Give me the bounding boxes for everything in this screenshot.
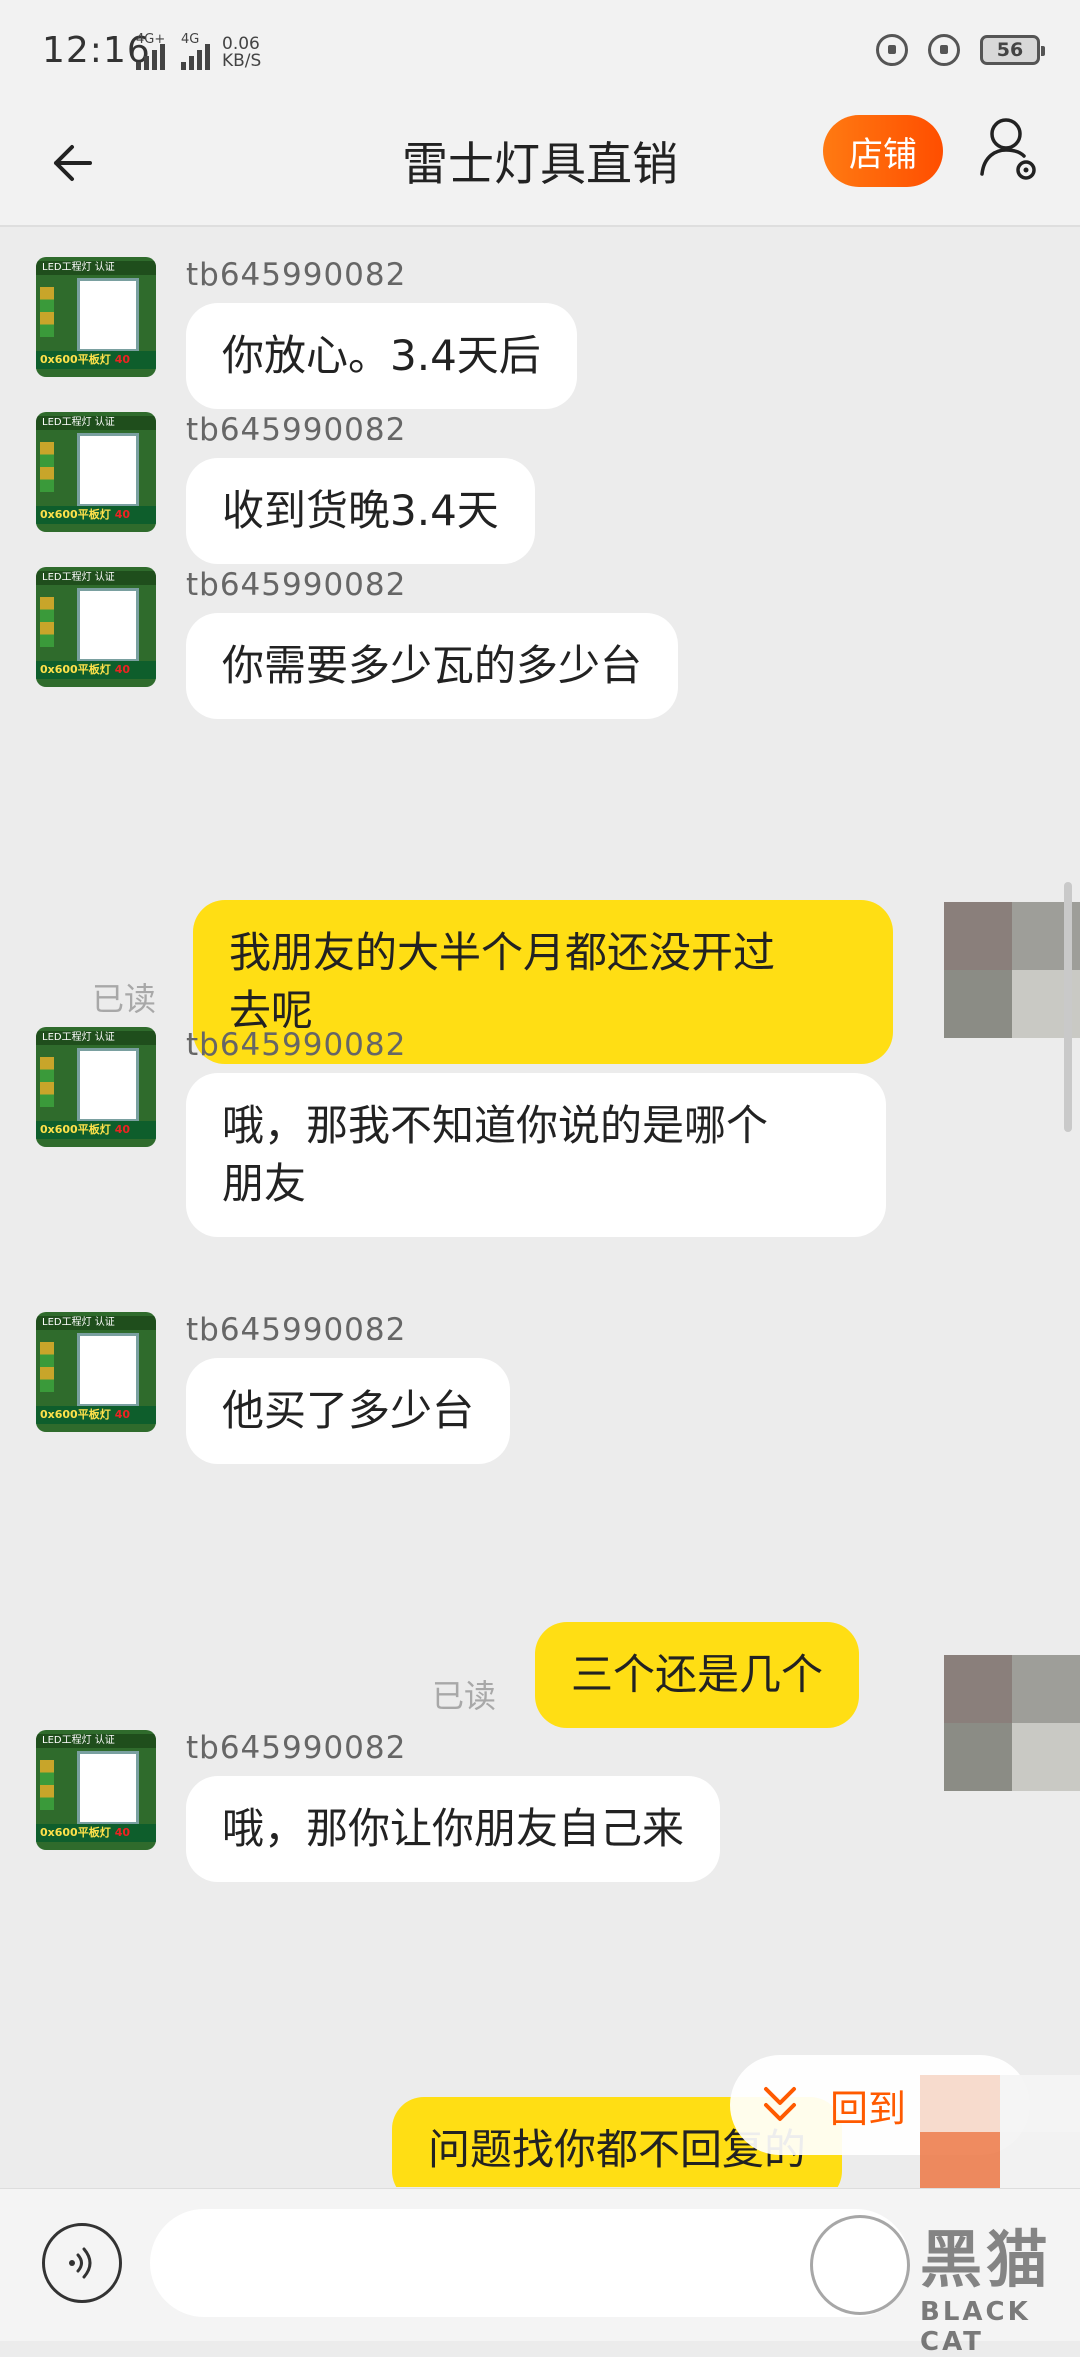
message-bubble[interactable]: 收到货晚3.4天 (186, 458, 535, 564)
sender-name: tb645990082 (186, 412, 407, 448)
user-avatar[interactable] (944, 902, 1080, 1038)
read-status: 已读 (92, 980, 157, 1018)
message-bubble[interactable]: 你放心。3.4天后 (186, 303, 577, 409)
shop-avatar[interactable]: LED工程灯 认证 0x600平板灯 40 (36, 257, 156, 377)
shop-avatar[interactable]: LED工程灯 认证 0x600平板灯 40 (36, 567, 156, 687)
shop-avatar[interactable]: LED工程灯 认证 0x600平板灯 40 (36, 412, 156, 532)
back-button[interactable] (40, 128, 110, 198)
voice-icon (69, 2247, 92, 2279)
message-input[interactable] (150, 2209, 910, 2317)
user-settings-button[interactable] (976, 114, 1046, 190)
message-bubble[interactable]: 他买了多少台 (186, 1358, 511, 1464)
status-time: 12:16 (42, 30, 151, 71)
sender-name: tb645990082 (186, 1027, 407, 1063)
sender-name: tb645990082 (186, 1730, 407, 1766)
status-icons: 56 (876, 34, 1045, 66)
user-settings-icon (980, 118, 1036, 180)
message-bubble[interactable]: 哦，那你让你朋友自己来 (186, 1776, 721, 1882)
sender-name: tb645990082 (186, 257, 407, 293)
network-speed: 0.06 KB/S (222, 36, 261, 70)
chat-header: 雷士灯具直销 店铺 (0, 100, 1080, 227)
watermark-subtext: BLACK CAT (920, 2297, 1031, 2357)
watermark-text: 黑猫 (920, 2223, 1053, 2296)
alarm-icon (928, 34, 960, 66)
message-bubble[interactable]: 三个还是几个 (535, 1622, 860, 1728)
shop-avatar[interactable]: LED工程灯 认证 0x600平板灯 40 (36, 1027, 156, 1147)
shop-avatar[interactable]: LED工程灯 认证 0x600平板灯 40 (36, 1312, 156, 1432)
message-bubble[interactable]: 你需要多少瓦的多少台 (186, 613, 679, 719)
message-list[interactable]: LED工程灯 认证 0x600平板灯 40 tb645990082 你放心。3.4… (0, 227, 1080, 2187)
network-indicators: 4G+ 4G 0.06 KB/S (136, 32, 261, 70)
shop-button[interactable]: 店铺 (823, 115, 943, 187)
message-bubble[interactable]: 哦，那我不知道你说的是哪个 朋友 (186, 1073, 886, 1237)
read-status: 已读 (432, 1677, 497, 1715)
sender-name: tb645990082 (186, 567, 407, 603)
scroll-to-bottom-label: 回到 (830, 2086, 907, 2131)
black-cat-logo-icon (810, 2215, 910, 2315)
battery-icon: 56 (980, 35, 1045, 65)
double-chevron-down-icon (764, 2087, 796, 2121)
shop-avatar[interactable]: LED工程灯 认证 0x600平板灯 40 (36, 1730, 156, 1850)
scrollbar[interactable] (1064, 882, 1072, 1132)
voice-button[interactable] (42, 2223, 122, 2303)
watermark: 黑猫 BLACK CAT (810, 2215, 1080, 2357)
lock-icon (876, 34, 908, 66)
user-avatar[interactable] (944, 1655, 1080, 1791)
signal-icon: 4G (181, 32, 210, 70)
signal-label: 4G+ (136, 32, 166, 47)
signal-icon: 4G+ (136, 32, 166, 70)
signal-label: 4G (181, 32, 200, 47)
status-bar: 12:16 4G+ 4G 0.06 KB/S 56 (0, 0, 1080, 100)
sender-name: tb645990082 (186, 1312, 407, 1348)
network-speed-unit: KB/S (222, 51, 262, 71)
arrow-left-icon (54, 145, 92, 181)
